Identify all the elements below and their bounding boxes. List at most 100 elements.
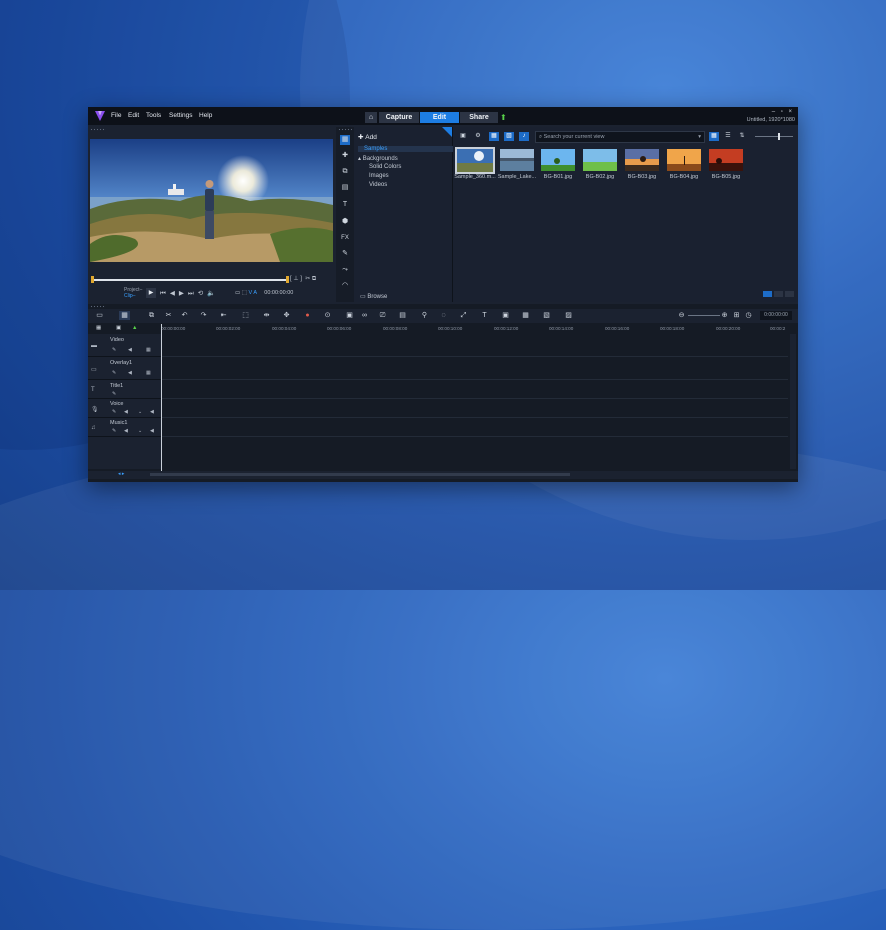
prev-frame-icon[interactable]: ◀: [170, 290, 175, 297]
track-header-title1[interactable]: T Title1 ✎: [88, 380, 161, 399]
storyboard-view-icon[interactable]: ▭: [94, 311, 105, 320]
ripple-edit-icon[interactable]: ✎: [112, 428, 116, 434]
menu-tools[interactable]: Tools: [146, 112, 161, 119]
snapshot-icon[interactable]: ⊙: [322, 311, 333, 320]
track-manager-icon[interactable]: ▦: [96, 325, 101, 331]
fit-project-icon[interactable]: ⊞: [731, 311, 742, 320]
hd-icon[interactable]: ▭: [235, 290, 240, 296]
scroll-left-icon[interactable]: ◂ ▸: [118, 471, 124, 477]
ripple-edit-icon[interactable]: ✎: [112, 347, 116, 353]
graphics-icon[interactable]: ⬢: [340, 217, 350, 227]
camera-icon[interactable]: ▣: [344, 311, 355, 320]
ripple-edit-icon[interactable]: ✎: [112, 409, 116, 415]
scrollbar-thumb[interactable]: [150, 473, 570, 476]
toolbar-settings-icon[interactable]: ⧉: [146, 311, 157, 320]
home-icon[interactable]: ⌂: [365, 112, 377, 123]
panel-grip[interactable]: [90, 305, 106, 308]
instant-project-icon[interactable]: ✚: [340, 151, 350, 161]
search-field[interactable]: ⌕ Search your current view ▾: [535, 131, 705, 143]
filter-audio-icon[interactable]: ♪: [519, 132, 529, 141]
sort-icon[interactable]: ⇅: [737, 132, 747, 141]
scrub-bar[interactable]: [92, 279, 288, 281]
stretch-icon[interactable]: ✥: [281, 311, 292, 320]
panel-grip[interactable]: [90, 128, 106, 131]
track-options-icon[interactable]: ▦: [146, 370, 151, 376]
ripple-edit-icon[interactable]: ✎: [112, 391, 116, 397]
mark-out-handle[interactable]: [286, 276, 289, 283]
volume-icon[interactable]: 🔈: [207, 290, 215, 297]
menu-help[interactable]: Help: [199, 112, 212, 119]
va-icon[interactable]: V A: [248, 290, 256, 296]
tree-item-videos[interactable]: Videos: [369, 182, 387, 188]
mark-in-handle[interactable]: [91, 276, 94, 283]
link-icon[interactable]: ∞: [359, 311, 370, 320]
pan-zoom-icon[interactable]: ⤢: [458, 311, 469, 320]
tab-share[interactable]: Share: [460, 112, 498, 123]
effects-icon[interactable]: ▨: [563, 311, 574, 320]
track-options-icon[interactable]: ▦: [146, 347, 151, 353]
clock-icon[interactable]: ◷: [743, 311, 754, 320]
crop-icon[interactable]: ⬚: [240, 311, 251, 320]
window-controls[interactable]: – ▫ ×: [772, 109, 794, 115]
solo-icon[interactable]: ◀: [150, 409, 154, 415]
upload-arrow-icon[interactable]: ⬆: [500, 112, 507, 123]
settings-gear-icon[interactable]: ⚙: [473, 132, 483, 141]
track-header-voice[interactable]: 🎙 Voice ✎ ◀ ⌄ ◀: [88, 399, 161, 418]
tree-item-solid-colors[interactable]: Solid Colors: [369, 164, 401, 170]
play-button[interactable]: ▶: [146, 288, 156, 298]
next-frame-icon[interactable]: ▶: [179, 290, 184, 297]
color-grade-icon[interactable]: ▦: [520, 311, 531, 320]
search-dropdown-icon[interactable]: ▾: [698, 132, 701, 142]
multicam-icon[interactable]: ▤: [397, 311, 408, 320]
ripple-edit-icon[interactable]: ✎: [112, 370, 116, 376]
lane-voice[interactable]: [162, 399, 788, 418]
motion-track-icon[interactable]: ⚲: [419, 311, 430, 320]
track-lanes[interactable]: [162, 334, 788, 469]
player-timecode[interactable]: 00:00:00:00: [264, 290, 293, 296]
track-header-video[interactable]: ▬ Video ✎ ◀ ▦: [88, 334, 161, 357]
timeline-view-icon[interactable]: ▦: [119, 311, 130, 320]
lane-overlay1[interactable]: [162, 357, 788, 380]
thumbnail-bg-b03[interactable]: [625, 149, 659, 171]
view-mode-3-icon[interactable]: [785, 291, 794, 297]
split-icon[interactable]: ⇹: [261, 311, 272, 320]
end-icon[interactable]: ⏭: [188, 290, 194, 297]
panel-grip[interactable]: [338, 128, 352, 131]
home-start-icon[interactable]: ⏮: [160, 290, 166, 297]
trim-icon[interactable]: ⇤: [218, 311, 229, 320]
corner-expand-icon[interactable]: [442, 127, 452, 137]
playhead[interactable]: [161, 324, 162, 472]
enlarge-icon[interactable]: ⬚: [242, 290, 247, 296]
menu-file[interactable]: File: [111, 112, 121, 119]
title-icon[interactable]: T: [340, 200, 350, 210]
thumbnail-bg-b05[interactable]: [709, 149, 743, 171]
lane-video[interactable]: [162, 334, 788, 357]
record-icon[interactable]: ●: [302, 311, 313, 320]
lane-music1[interactable]: [162, 418, 788, 437]
media-icon[interactable]: ▦: [340, 135, 350, 145]
zoom-in-icon[interactable]: ⊕: [719, 311, 730, 320]
timeline-timecode[interactable]: 0:00:00:00: [760, 311, 792, 320]
menu-settings[interactable]: Settings: [169, 112, 193, 119]
tab-edit[interactable]: Edit: [420, 112, 459, 123]
view-mode-2-icon[interactable]: [774, 291, 783, 297]
browse-button[interactable]: ▭ Browse: [360, 293, 387, 300]
text-icon[interactable]: T: [479, 311, 490, 320]
thumbnail-size-slider[interactable]: [755, 136, 793, 137]
subtitle-icon[interactable]: ⎚: [377, 311, 388, 320]
tree-item-samples[interactable]: Samples: [358, 146, 454, 152]
chapter-icon[interactable]: ▣: [116, 325, 121, 331]
zoom-out-icon[interactable]: ⊖: [676, 311, 687, 320]
solo-icon[interactable]: ◀: [150, 428, 154, 434]
audio-icon[interactable]: ◠: [340, 281, 350, 291]
mask-icon[interactable]: ◌: [438, 311, 449, 320]
track-header-music1[interactable]: ♫ Music1 ✎ ◀ ⌄ ◀: [88, 418, 161, 437]
add-folder-button[interactable]: ✚ Add: [358, 133, 377, 141]
thumbnail-sample-lake[interactable]: [500, 149, 534, 171]
mute-icon[interactable]: ◀: [128, 370, 132, 376]
timeline-horizontal-scrollbar[interactable]: ◂ ▸: [88, 471, 798, 479]
repeat-icon[interactable]: ⟲: [198, 290, 203, 297]
mute-icon[interactable]: ◀: [124, 428, 128, 434]
mark-buttons[interactable]: [ ⊥ ] ✂ ⧉: [290, 275, 316, 283]
clip-mode-label[interactable]: Clip–: [124, 293, 142, 299]
